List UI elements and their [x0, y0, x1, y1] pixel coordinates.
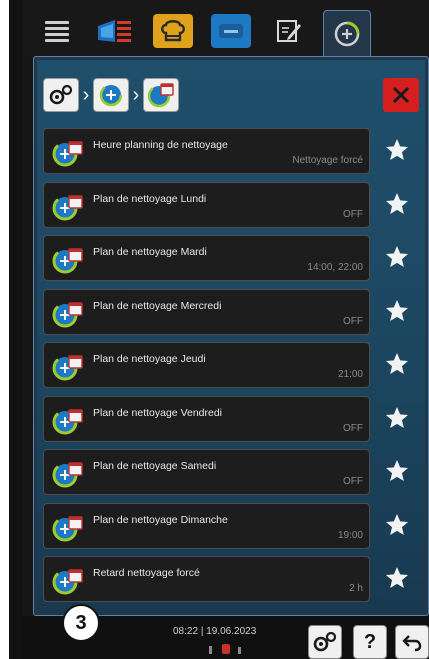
panel-body: › › Heure planning de nettoyage Nettoyag…: [37, 60, 425, 612]
cleaning-tab[interactable]: [323, 10, 371, 56]
breadcrumb-settings[interactable]: [43, 78, 79, 112]
row-label: Plan de nettoyage Vendredi: [93, 406, 223, 419]
screen: › › Heure planning de nettoyage Nettoyag…: [23, 0, 429, 659]
cleaning-schedule-icon: [50, 191, 86, 223]
cleaning-icon: [334, 21, 360, 46]
row-label: Plan de nettoyage Jeudi: [93, 353, 206, 365]
close-icon: [392, 86, 410, 104]
schedule-row-button[interactable]: Heure planning de nettoyage Nettoyage for…: [43, 128, 370, 174]
row-value: 2 h: [349, 583, 363, 594]
current-date: 19.06.2023: [206, 626, 257, 637]
favorite-star-icon[interactable]: [384, 244, 410, 270]
row-value: OFF: [343, 476, 363, 487]
settings-icon: [313, 631, 337, 652]
menu-icon-line: [45, 39, 69, 42]
messages-button[interactable]: [211, 14, 251, 48]
close-button[interactable]: [383, 78, 419, 112]
cleaning-schedule-icon: [50, 458, 86, 490]
row-value: 19:00: [337, 529, 363, 541]
schedule-row: Plan de nettoyage Mercredi OFF: [43, 288, 425, 335]
row-label: Plan de nettoyage Samedi: [93, 460, 217, 472]
menu-icon-line: [45, 33, 69, 36]
cleaning-schedule-icon: [50, 405, 86, 437]
breadcrumb-cleaning-schedule[interactable]: [143, 78, 179, 112]
cleaning-schedule-panel: › › Heure planning de nettoyage Nettoyag…: [33, 56, 429, 616]
clock-time: 08:22: [173, 626, 199, 637]
schedule-row-button[interactable]: Plan de nettoyage Samedi OFF: [43, 449, 370, 495]
breadcrumb: › ›: [43, 78, 179, 112]
row-value: OFF: [343, 315, 363, 327]
schedule-row: Heure planning de nettoyage Nettoyage for…: [43, 128, 425, 174]
menu-icon-line: [45, 27, 69, 30]
heat-icon: [98, 20, 131, 42]
cleaning-schedule-icon: [50, 244, 86, 276]
cleaning-schedule-icon: [50, 565, 86, 597]
step-number-badge: 3: [62, 604, 100, 642]
cleaning-schedule-icon: [50, 512, 86, 544]
cleaning-schedule-icon: [50, 351, 86, 383]
back-button[interactable]: [395, 625, 429, 659]
heat-mode-button[interactable]: [95, 14, 135, 48]
schedule-row: Plan de nettoyage Samedi OFF: [43, 449, 425, 495]
row-value: OFF: [343, 208, 363, 220]
row-value: Nettoyage forcé: [292, 155, 363, 166]
schedule-row-button[interactable]: Plan de nettoyage Dimanche 19:00: [43, 502, 370, 549]
schedule-row-button[interactable]: Plan de nettoyage Jeudi 21:00: [43, 342, 370, 388]
schedule-row: Retard nettoyage forcé 2 h: [43, 556, 425, 602]
chevron-right-icon: ›: [82, 84, 90, 106]
favorite-star-icon[interactable]: [384, 137, 410, 163]
chef-mode-button[interactable]: [153, 14, 193, 48]
cleaning-schedule-icon: [147, 83, 174, 108]
settings-icon: [49, 84, 73, 105]
schedule-row: Plan de nettoyage Mardi 14:00, 22:00: [43, 235, 425, 281]
schedule-row: Plan de nettoyage Vendredi OFF: [43, 395, 425, 442]
cleaning-icon: [99, 83, 123, 107]
help-button[interactable]: ?: [353, 625, 387, 659]
schedule-row: Plan de nettoyage Jeudi 21:00: [43, 342, 425, 388]
cleaning-schedule-icon: [50, 137, 86, 169]
row-label: Plan de nettoyage Mercredi: [93, 299, 222, 312]
top-navigation-bar: [23, 0, 429, 56]
row-label: Retard nettoyage forcé: [93, 567, 200, 579]
schedule-row-button[interactable]: Plan de nettoyage Mardi 14:00, 22:00: [43, 235, 370, 281]
schedule-row: Plan de nettoyage Dimanche 19:00: [43, 502, 425, 549]
cleaning-schedule-icon: [50, 298, 86, 330]
device: › › Heure planning de nettoyage Nettoyag…: [0, 0, 429, 659]
row-label: Plan de nettoyage Dimanche: [93, 513, 228, 526]
schedule-row: Plan de nettoyage Lundi OFF: [43, 181, 425, 228]
status-indicator-icon: [209, 644, 241, 654]
favorite-star-icon[interactable]: [384, 351, 410, 377]
row-label: Plan de nettoyage Lundi: [93, 192, 207, 205]
favorite-star-icon[interactable]: [384, 191, 410, 217]
menu-button[interactable]: [37, 14, 77, 48]
edit-button[interactable]: [269, 14, 309, 48]
status-separator: |: [200, 626, 204, 637]
breadcrumb-cleaning[interactable]: [93, 78, 129, 112]
schedule-row-button[interactable]: Retard nettoyage forcé 2 h: [43, 556, 370, 602]
date-time-status: 08:22 | 19.06.2023: [173, 626, 256, 637]
row-value: OFF: [343, 422, 363, 434]
schedule-row-button[interactable]: Plan de nettoyage Lundi OFF: [43, 181, 370, 228]
message-icon: [219, 24, 243, 38]
schedule-row-button[interactable]: Plan de nettoyage Mercredi OFF: [43, 288, 370, 335]
favorite-star-icon[interactable]: [384, 458, 410, 484]
row-value: 14:00, 22:00: [307, 262, 363, 273]
settings-button[interactable]: [308, 625, 342, 659]
chef-hat-icon: [161, 20, 185, 42]
row-value: 21:00: [337, 369, 363, 380]
row-label: Plan de nettoyage Mardi: [93, 246, 207, 258]
chevron-right-icon: ›: [132, 84, 140, 106]
favorite-star-icon[interactable]: [384, 565, 410, 591]
favorite-star-icon[interactable]: [384, 298, 410, 324]
favorite-star-icon[interactable]: [384, 405, 410, 431]
edit-icon: [277, 20, 301, 42]
menu-icon-line: [45, 21, 69, 24]
row-label: Heure planning de nettoyage: [93, 139, 228, 151]
favorite-star-icon[interactable]: [384, 512, 410, 538]
schedule-row-button[interactable]: Plan de nettoyage Vendredi OFF: [43, 395, 370, 442]
bezel-edge: [9, 0, 23, 659]
back-arrow-icon: [402, 635, 422, 652]
